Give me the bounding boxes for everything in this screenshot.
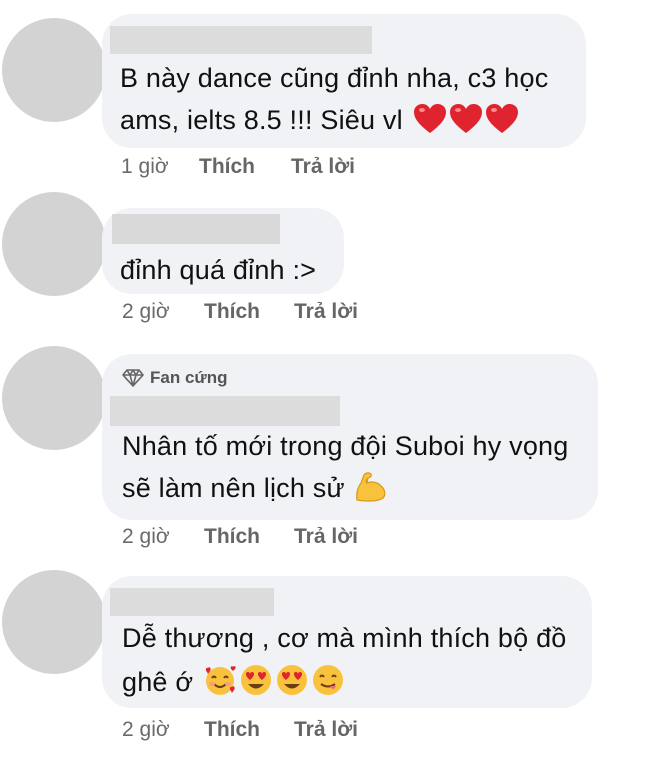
redacted-username[interactable] bbox=[110, 26, 372, 54]
redacted-username[interactable] bbox=[110, 396, 340, 426]
avatar[interactable] bbox=[2, 346, 106, 450]
comment-time[interactable]: 2 giờ bbox=[122, 300, 204, 324]
avatar[interactable] bbox=[2, 192, 106, 296]
heart-eyes-icon bbox=[240, 665, 271, 695]
fan-badge: Fan cứng bbox=[122, 368, 227, 388]
comment-meta: 2 giờ Thích Trả lời bbox=[122, 300, 358, 324]
comment-time[interactable]: 1 giờ bbox=[121, 155, 199, 179]
comment-meta: 2 giờ Thích Trả lời bbox=[122, 718, 358, 742]
red-heart-icon bbox=[449, 104, 482, 133]
like-link[interactable]: Thích bbox=[199, 155, 291, 179]
comment-bubble: Dễ thương , cơ mà mình thích bộ đồ ghê ớ bbox=[102, 576, 592, 708]
comment-meta: 1 giờ Thích Trả lời bbox=[121, 155, 355, 179]
heart-eyes-icon bbox=[276, 665, 307, 695]
reply-link[interactable]: Trả lời bbox=[294, 300, 358, 324]
comment-time[interactable]: 2 giờ bbox=[122, 525, 204, 549]
comment-text-line: Dễ thương , cơ mà mình thích bộ đồ bbox=[122, 623, 567, 653]
like-link[interactable]: Thích bbox=[204, 300, 294, 324]
comment-text-line: đỉnh quá đỉnh :> bbox=[120, 255, 317, 285]
red-heart-icon bbox=[413, 104, 446, 133]
avatar[interactable] bbox=[2, 570, 106, 674]
comment-text-line: sẽ làm nên lịch sử bbox=[122, 466, 388, 510]
comment-bubble: B này dance cũng đỉnh nha, c3 học ams, i… bbox=[102, 14, 586, 148]
comment-time[interactable]: 2 giờ bbox=[122, 718, 204, 742]
comment-bubble: đỉnh quá đỉnh :> bbox=[102, 208, 344, 294]
smiling-face-with-hearts-icon bbox=[205, 666, 236, 695]
reply-link[interactable]: Trả lời bbox=[294, 718, 358, 742]
comment-text-line: Nhân tố mới trong đội Suboi hy vọng bbox=[122, 431, 569, 461]
like-link[interactable]: Thích bbox=[204, 525, 294, 549]
reply-link[interactable]: Trả lời bbox=[291, 155, 355, 179]
redacted-username[interactable] bbox=[112, 214, 280, 244]
redacted-username[interactable] bbox=[110, 588, 274, 616]
like-link[interactable]: Thích bbox=[204, 718, 294, 742]
red-heart-icon bbox=[485, 104, 518, 133]
reply-link[interactable]: Trả lời bbox=[294, 525, 358, 549]
comment-text-line: ghê ớ bbox=[122, 660, 345, 704]
fan-badge-label: Fan cứng bbox=[150, 368, 228, 387]
comment-text-line: B này dance cũng đỉnh nha, c3 học bbox=[120, 63, 549, 93]
comment-meta: 2 giờ Thích Trả lời bbox=[122, 525, 358, 549]
diamond-icon bbox=[122, 369, 144, 387]
comment-text-line: ams, ielts 8.5 !!! Siêu vl bbox=[120, 98, 519, 142]
comment-bubble: Fan cứng Nhân tố mới trong đội Suboi hy … bbox=[102, 354, 598, 520]
avatar[interactable] bbox=[2, 18, 106, 122]
flexed-biceps-icon bbox=[356, 472, 386, 502]
face-savoring-food-icon bbox=[312, 665, 343, 695]
